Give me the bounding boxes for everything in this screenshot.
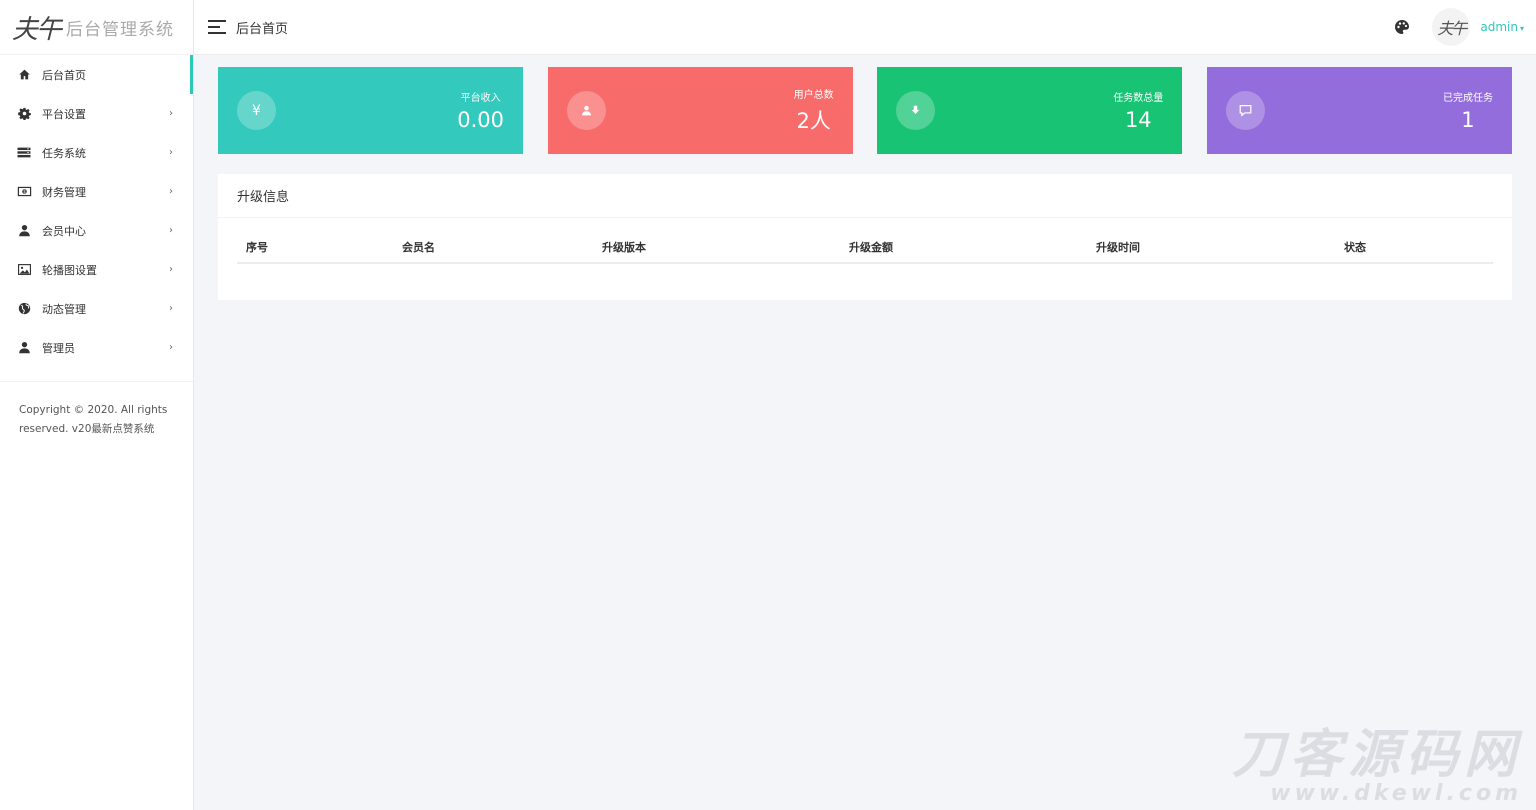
stat-card-title: 任务数总量 — [1113, 93, 1164, 104]
chevron-right-icon: › — [169, 147, 173, 158]
stat-card-title: 已完成任务 — [1442, 93, 1493, 104]
panel-title: 升级信息 — [218, 174, 1512, 218]
sidebar-item-label: 后台首页 — [42, 68, 86, 82]
stat-card-body: 已完成任务 1 — [1443, 89, 1493, 132]
chevron-right-icon: › — [169, 342, 173, 353]
sidebar-item-3[interactable]: $ 财务管理 › — [0, 172, 193, 211]
sidebar-item-4[interactable]: 会员中心 › — [0, 211, 193, 250]
upgrade-panel: 升级信息 序号 会员名 升级版本 升级金额 升级时间 状态 — [218, 174, 1512, 300]
table-column-header[interactable]: 会员名 — [393, 239, 593, 255]
logo[interactable]: 夫午 后台管理系统 — [0, 0, 193, 55]
breadcrumb: 后台首页 — [236, 21, 289, 37]
watermark: 刀客源码网 www.dkewl.com — [1232, 728, 1522, 806]
stat-card-title: 平台收入 — [460, 93, 501, 104]
menu-toggle-icon[interactable] — [208, 20, 226, 34]
sidebar-item-5[interactable]: 轮播图设置 › — [0, 250, 193, 289]
stat-cards: ¥ 平台收入 0.00 用户总数 2人 任务数总量 14 已完成任务 1 — [218, 67, 1512, 154]
sidebar-item-1[interactable]: 平台设置 › — [0, 94, 193, 133]
stat-card-value: 2人 — [796, 109, 831, 133]
logo-mark: 夫午 — [12, 14, 62, 45]
sidebar-item-6[interactable]: 动态管理 › — [0, 289, 193, 328]
copyright-text: Copyright © 2020. All rights reserved. v… — [19, 404, 168, 435]
sidebar-item-label: 平台设置 — [42, 107, 86, 121]
home-icon — [16, 67, 32, 83]
chevron-right-icon: › — [169, 264, 173, 275]
header-right: 夫午 admin ▾ — [1394, 8, 1536, 46]
yen-icon: ¥ — [237, 91, 276, 130]
table-column-header[interactable]: 序号 — [237, 239, 393, 255]
table-column-header[interactable]: 升级版本 — [593, 239, 840, 255]
chevron-right-icon: › — [169, 225, 173, 236]
stat-card-title: 用户总数 — [793, 90, 834, 101]
card-glyph: ¥ — [252, 102, 261, 119]
watermark-title: 刀客源码网 — [1231, 725, 1522, 785]
chevron-right-icon: › — [169, 186, 173, 197]
gear-icon — [16, 106, 32, 122]
sidebar-item-7[interactable]: 管理员 › — [0, 328, 193, 367]
sidebar-menu: 后台首页平台设置 › 任务系统 › $ 财务管理 › 会员中心 › 轮播图设置 › 动态管理 › 管理员 › — [0, 55, 193, 367]
comment-icon — [1225, 91, 1265, 130]
globe-icon — [16, 301, 32, 317]
top-header: 后台首页 夫午 admin ▾ — [194, 0, 1536, 55]
palette-icon[interactable] — [1394, 19, 1410, 35]
stat-card-1: 用户总数 2人 — [547, 67, 853, 154]
sidebar-item-0[interactable]: 后台首页 — [0, 55, 193, 94]
stat-card-body: 任务数总量 14 — [1113, 89, 1163, 132]
user-icon — [16, 223, 32, 239]
money-icon: $ — [16, 184, 32, 200]
sidebar-item-label: 轮播图设置 — [42, 263, 97, 277]
sidebar-item-label: 财务管理 — [42, 185, 86, 199]
table-column-header[interactable]: 升级时间 — [1087, 239, 1335, 255]
sidebar-item-2[interactable]: 任务系统 › — [0, 133, 193, 172]
download-icon — [896, 91, 936, 130]
table-column-header[interactable]: 状态 — [1335, 239, 1493, 255]
sidebar-item-label: 会员中心 — [42, 224, 86, 238]
stat-card-value: 0.00 — [457, 108, 504, 132]
stat-card-2: 任务数总量 14 — [877, 67, 1183, 154]
stat-card-3: 已完成任务 1 — [1206, 67, 1512, 154]
sidebar: 夫午 后台管理系统 后台首页 平台设置 › 任务系统 › $ 财务管理 › 会员中心 › 轮播图设置… — [0, 0, 194, 810]
logo-text: 后台管理系统 — [66, 19, 175, 40]
image-icon — [16, 262, 32, 278]
stat-card-body: 用户总数 2人 — [794, 86, 834, 135]
chevron-right-icon: › — [169, 108, 173, 119]
user-dropdown[interactable]: admin ▾ — [1480, 20, 1524, 34]
upgrade-table-header: 序号 会员名 升级版本 升级金额 升级时间 状态 — [237, 232, 1493, 264]
sidebar-item-label: 任务系统 — [42, 146, 86, 160]
sidebar-item-label: 动态管理 — [42, 302, 86, 316]
stat-card-value: 1 — [1461, 108, 1475, 132]
stat-card-0: ¥ 平台收入 0.00 — [218, 67, 523, 154]
username: admin — [1480, 20, 1518, 34]
chevron-right-icon: › — [169, 303, 173, 314]
avatar[interactable]: 夫午 — [1432, 8, 1471, 46]
stat-card-body: 平台收入 0.00 — [457, 89, 504, 132]
table-column-header[interactable]: 升级金额 — [840, 239, 1087, 255]
watermark-url: www.dkewl.com — [1270, 781, 1522, 806]
stat-card-value: 14 — [1124, 108, 1152, 132]
caret-down-icon: ▾ — [1519, 24, 1524, 33]
user-icon — [566, 91, 606, 130]
sidebar-item-label: 管理员 — [42, 341, 75, 355]
user-icon — [16, 340, 32, 356]
server-icon — [16, 145, 32, 161]
svg-text:$: $ — [23, 189, 26, 194]
